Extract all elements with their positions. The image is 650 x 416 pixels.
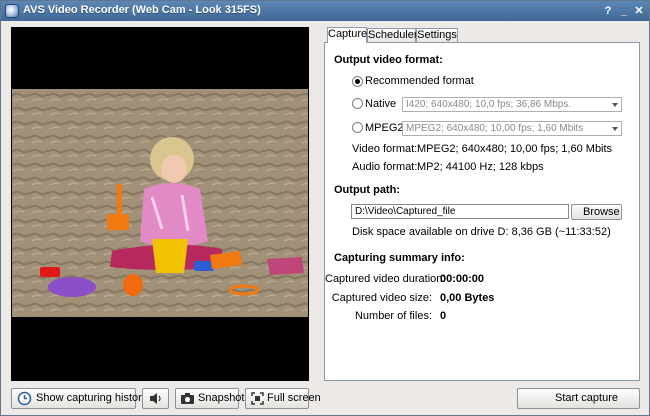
tab-settings[interactable]: Settings bbox=[416, 28, 458, 43]
video-format-value: MPEG2; 640x480; 10,00 fps; 1,60 Mbits bbox=[417, 143, 613, 155]
output-path-value: D:\Video\Captured_file bbox=[355, 206, 456, 217]
window-title: AVS Video Recorder (Web Cam - Look 315FS… bbox=[23, 4, 261, 16]
duration-label: Captured video duration: bbox=[325, 273, 446, 285]
recommended-radio[interactable] bbox=[352, 76, 363, 87]
volume-button[interactable] bbox=[142, 388, 169, 409]
snapshot-button[interactable]: Snapshot bbox=[175, 388, 244, 409]
bottom-toolbar: Show capturing history Snapshot Full scr… bbox=[1, 385, 649, 415]
speaker-icon bbox=[150, 393, 161, 404]
app-logo-icon bbox=[5, 4, 19, 18]
size-label: Captured video size: bbox=[331, 292, 432, 304]
summary-title: Capturing summary info: bbox=[334, 252, 465, 264]
disk-space-info: Disk space available on drive D: 8,36 GB… bbox=[352, 226, 611, 238]
recommended-label: Recommended format bbox=[365, 75, 474, 87]
audio-format-label: Audio format: bbox=[352, 161, 418, 173]
snapshot-label: Snapshot bbox=[198, 392, 245, 404]
mpeg2-format-value: MPEG2; 640x480; 10,00 fps; 1,60 Mbits bbox=[406, 123, 584, 134]
browse-label: Browse bbox=[583, 206, 620, 218]
tab-scheduler[interactable]: Scheduler bbox=[367, 28, 418, 43]
close-button[interactable]: ✕ bbox=[632, 4, 646, 18]
start-capture-button[interactable]: Start capture bbox=[517, 388, 640, 409]
history-icon bbox=[17, 391, 32, 406]
minimize-button[interactable]: _ bbox=[617, 4, 631, 18]
native-label: Native bbox=[365, 98, 397, 110]
capture-panel: Output video format: Recommended format … bbox=[324, 42, 640, 381]
app-window: AVS Video Recorder (Web Cam - Look 315FS… bbox=[0, 0, 650, 416]
help-button[interactable]: ? bbox=[601, 4, 615, 18]
mpeg2-format-select[interactable]: MPEG2; 640x480; 10,00 fps; 1,60 Mbits bbox=[402, 121, 622, 136]
start-capture-label: Start capture bbox=[555, 392, 618, 404]
browse-button[interactable]: Browse bbox=[571, 204, 622, 220]
fullscreen-button[interactable]: Full screen bbox=[245, 388, 321, 409]
native-radio[interactable] bbox=[352, 98, 363, 109]
mpeg2-radio[interactable] bbox=[352, 122, 363, 133]
mpeg2-label: MPEG2 bbox=[365, 122, 404, 134]
tab-capture[interactable]: Capture bbox=[327, 27, 367, 43]
show-history-label: Show capturing history bbox=[36, 392, 148, 404]
files-label: Number of files: bbox=[354, 310, 432, 322]
chevron-down-icon bbox=[612, 127, 618, 131]
video-preview bbox=[11, 27, 309, 381]
native-format-select[interactable]: I420; 640x480; 10,0 fps; 36,86 Mbps. bbox=[402, 97, 622, 112]
files-value: 0 bbox=[440, 310, 447, 322]
size-value: 0,00 Bytes bbox=[440, 292, 495, 304]
output-path-input[interactable]: D:\Video\Captured_file bbox=[351, 204, 569, 219]
duration-value: 00:00:00 bbox=[440, 273, 485, 285]
fullscreen-icon bbox=[251, 392, 264, 405]
webcam-frame bbox=[12, 89, 308, 317]
output-format-title: Output video format: bbox=[334, 54, 443, 66]
video-format-label: Video format: bbox=[352, 143, 418, 155]
audio-format-value: MP2; 44100 Hz; 128 kbps bbox=[417, 161, 544, 173]
camera-icon bbox=[181, 393, 194, 404]
output-path-title: Output path: bbox=[334, 184, 400, 196]
native-format-value: I420; 640x480; 10,0 fps; 36,86 Mbps. bbox=[406, 99, 572, 110]
chevron-down-icon bbox=[612, 103, 618, 107]
fullscreen-label: Full screen bbox=[267, 392, 321, 404]
title-bar[interactable]: AVS Video Recorder (Web Cam - Look 315FS… bbox=[1, 1, 649, 21]
show-history-button[interactable]: Show capturing history bbox=[11, 388, 147, 409]
